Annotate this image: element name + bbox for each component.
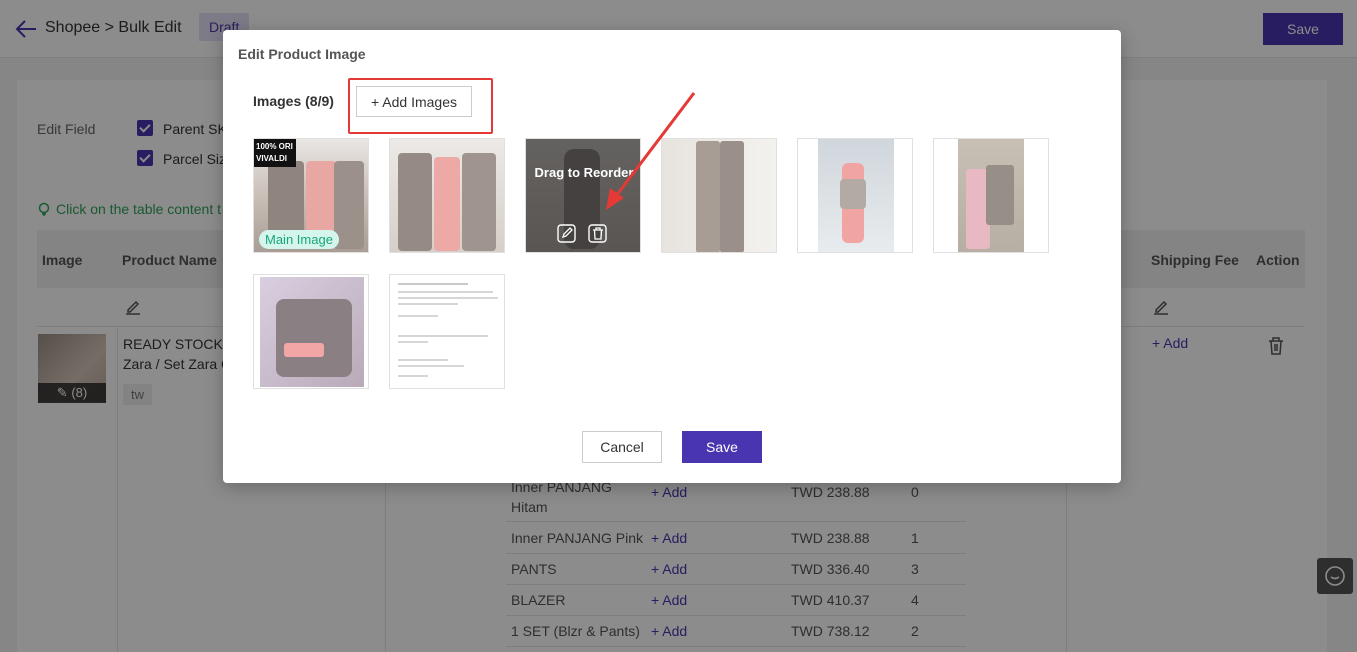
image-hover-overlay bbox=[526, 139, 640, 252]
image-fill bbox=[434, 157, 460, 251]
image-fill bbox=[398, 297, 498, 299]
image-fill bbox=[398, 359, 448, 361]
image-fill bbox=[986, 165, 1014, 225]
watermark-text: VIVALDI bbox=[256, 154, 287, 163]
product-image-1[interactable]: 100% ORI VIVALDI Main Image bbox=[253, 138, 369, 253]
drag-to-reorder-text: Drag to Reorder bbox=[534, 165, 634, 180]
image-fill bbox=[696, 141, 720, 252]
main-image-tag: Main Image bbox=[259, 230, 339, 249]
edit-image-icon[interactable] bbox=[557, 223, 577, 243]
images-count-label: Images (8/9) bbox=[253, 93, 334, 109]
product-image-6[interactable] bbox=[933, 138, 1049, 253]
product-image-8[interactable] bbox=[389, 274, 505, 389]
image-fill bbox=[398, 283, 468, 285]
product-image-4[interactable] bbox=[661, 138, 777, 253]
image-fill bbox=[398, 375, 428, 377]
image-fill bbox=[398, 291, 493, 293]
product-image-3[interactable]: Drag to Reorder bbox=[525, 138, 641, 253]
add-images-button[interactable]: + Add Images bbox=[356, 86, 472, 117]
image-fill bbox=[720, 141, 744, 252]
image-fill bbox=[398, 153, 432, 251]
edit-product-image-modal: Edit Product Image Images (8/9) + Add Im… bbox=[223, 30, 1121, 483]
product-image-7[interactable] bbox=[253, 274, 369, 389]
image-fill bbox=[398, 315, 438, 317]
save-button[interactable]: Save bbox=[682, 431, 762, 463]
delete-image-icon[interactable] bbox=[588, 223, 608, 243]
cancel-button[interactable]: Cancel bbox=[582, 431, 662, 463]
product-image-2[interactable] bbox=[389, 138, 505, 253]
image-fill bbox=[284, 343, 324, 357]
image-fill bbox=[276, 299, 352, 377]
image-fill bbox=[840, 179, 866, 209]
image-fill bbox=[462, 153, 496, 251]
product-image-5[interactable] bbox=[797, 138, 913, 253]
watermark-text: 100% ORI bbox=[256, 142, 293, 151]
image-fill bbox=[398, 303, 458, 305]
image-fill bbox=[398, 341, 428, 343]
image-watermark: 100% ORI VIVALDI bbox=[254, 139, 296, 167]
image-fill bbox=[398, 335, 488, 337]
image-fill bbox=[398, 365, 464, 367]
modal-title: Edit Product Image bbox=[238, 46, 366, 62]
